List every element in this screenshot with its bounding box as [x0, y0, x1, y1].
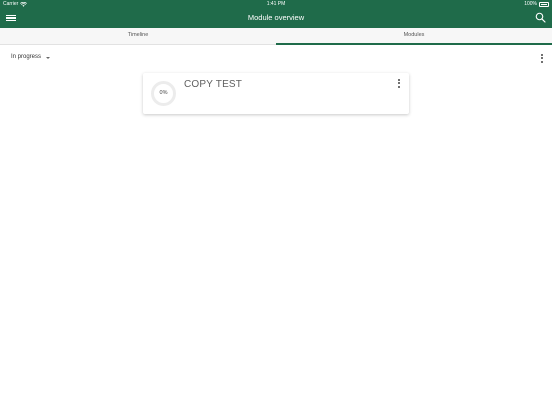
chevron-down-icon: [46, 56, 51, 59]
filter-selected-value: In progress: [11, 54, 42, 60]
status-right: 100%: [524, 0, 549, 9]
active-tab-indicator: [276, 43, 552, 45]
more-vertical-icon[interactable]: [540, 54, 544, 64]
battery-percent: 100%: [524, 1, 537, 7]
status-filter-dropdown[interactable]: In progress: [11, 54, 51, 60]
search-icon[interactable]: [535, 12, 546, 23]
module-card[interactable]: 0% COPY TEST: [143, 73, 409, 114]
status-bar: Carrier 1:41 PM 100%: [0, 0, 552, 9]
more-vertical-icon[interactable]: [397, 79, 401, 89]
battery-icon: [539, 2, 549, 7]
tab-bar: Timeline Modules: [0, 28, 552, 45]
progress-label: 0%: [159, 90, 168, 96]
nav-bar: Module overview: [0, 9, 552, 28]
app-header: Carrier 1:41 PM 100% Module overview: [0, 0, 552, 28]
tab-timeline[interactable]: Timeline: [0, 28, 276, 45]
module-title: COPY TEST: [184, 79, 243, 90]
page-title: Module overview: [247, 13, 305, 22]
status-time: 1:41 PM: [266, 1, 286, 7]
